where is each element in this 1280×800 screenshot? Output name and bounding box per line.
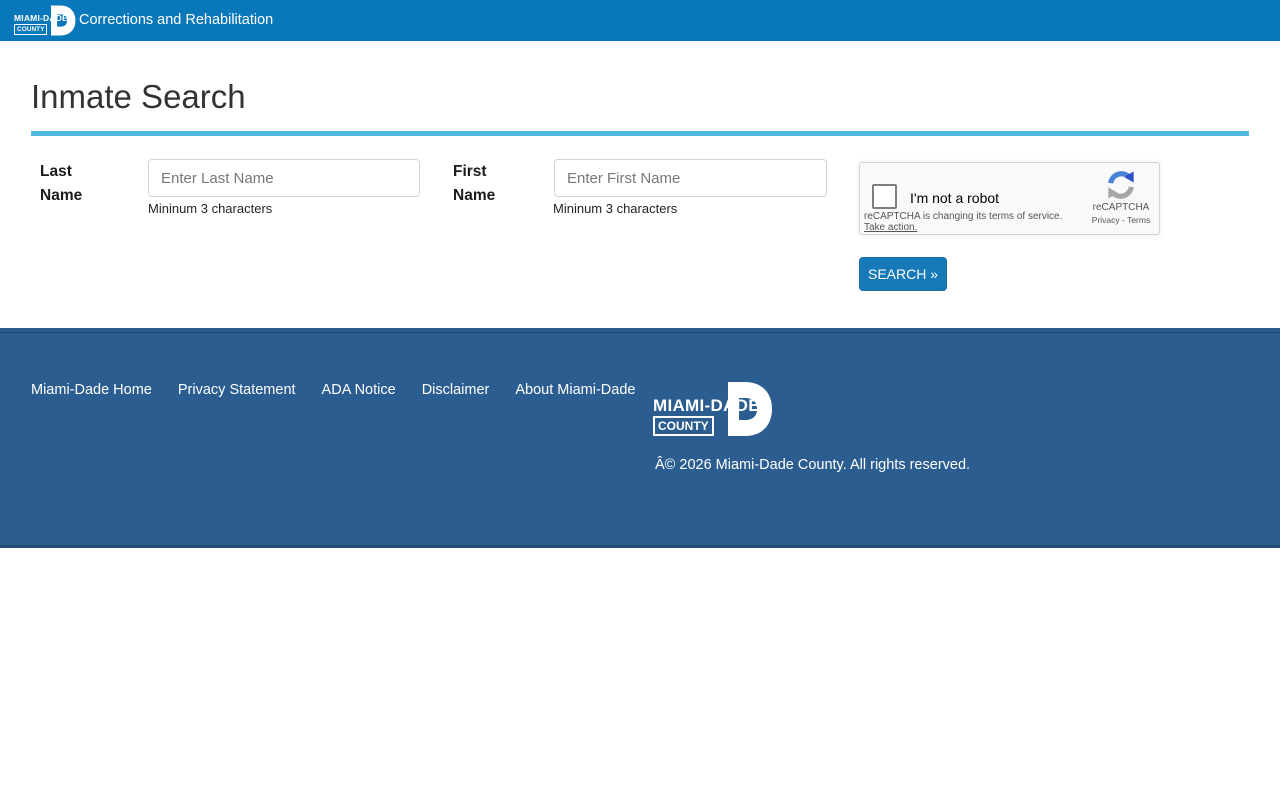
recaptcha-label: I'm not a robot [910, 190, 999, 206]
recaptcha-notice: reCAPTCHA is changing its terms of servi… [864, 211, 1062, 222]
logo-county-text: COUNTY [14, 24, 47, 35]
miami-dade-logo[interactable]: MIAMI-DADE COUNTY [14, 4, 76, 37]
footer-link-miami-dade-home[interactable]: Miami-Dade Home [31, 382, 152, 398]
recaptcha-checkbox[interactable] [872, 184, 897, 209]
footer-logo-text: MIAMI-DADE [653, 396, 760, 416]
recaptcha-widget: I'm not a robot reCAPTCHA is changing it… [859, 162, 1160, 235]
footer-link-about-miami-dade[interactable]: About Miami-Dade [515, 382, 635, 398]
footer-link-disclaimer[interactable]: Disclaimer [422, 382, 490, 398]
recaptcha-brand-box: reCAPTCHA Privacy - Terms [1089, 170, 1153, 225]
recaptcha-legal-separator: - [1120, 215, 1127, 225]
footer-links: Miami-Dade Home Privacy Statement ADA No… [31, 382, 635, 398]
page: MIAMI-DADE COUNTY Corrections and Rehabi… [0, 0, 1280, 800]
recaptcha-privacy-link[interactable]: Privacy [1092, 215, 1120, 225]
search-button[interactable]: SEARCH » [859, 257, 947, 291]
footer-link-ada-notice[interactable]: ADA Notice [322, 382, 396, 398]
miami-dade-footer-logo: MIAMI-DADE COUNTY [653, 382, 773, 436]
footer-link-privacy-statement[interactable]: Privacy Statement [178, 382, 296, 398]
page-title: Inmate Search [31, 78, 246, 116]
last-name-hint: Mininum 3 characters [148, 201, 272, 216]
first-name-input[interactable] [554, 159, 827, 197]
recaptcha-legal: Privacy - Terms [1089, 215, 1153, 225]
first-name-label: First Name [453, 160, 515, 208]
recaptcha-icon [1106, 170, 1136, 200]
first-name-hint: Mininum 3 characters [553, 201, 677, 216]
title-divider [31, 131, 1249, 136]
recaptcha-take-action-link[interactable]: Take action. [864, 222, 917, 233]
logo-text: MIAMI-DADE [14, 13, 68, 23]
header-bar: MIAMI-DADE COUNTY Corrections and Rehabi… [0, 0, 1280, 41]
last-name-label: Last Name [40, 160, 102, 208]
last-name-input[interactable] [148, 159, 420, 197]
recaptcha-terms-link[interactable]: Terms [1127, 215, 1150, 225]
recaptcha-brand: reCAPTCHA [1089, 202, 1153, 213]
footer-logo-county-text: COUNTY [653, 416, 714, 436]
footer: Miami-Dade Home Privacy Statement ADA No… [0, 328, 1280, 548]
copyright-text: Â© 2026 Miami-Dade County. All rights re… [655, 457, 970, 473]
app-title: Corrections and Rehabilitation [79, 12, 273, 28]
